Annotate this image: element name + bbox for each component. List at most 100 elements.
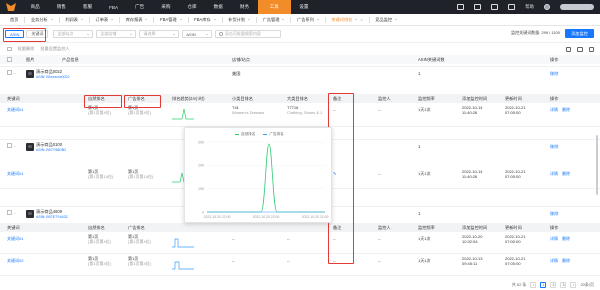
remove-link[interactable]: 移除 [550, 71, 558, 77]
nav-item[interactable]: 广告 [127, 0, 153, 14]
trend-sparkline[interactable] [172, 108, 194, 120]
avatar[interactable] [544, 4, 550, 10]
product-asin-link[interactable]: ASIN: B07E7S4432 [36, 215, 68, 219]
sub-nav: 首页 业务分析 利润表 订单表 库存报表 FBA管理 FBA库存 补货计划 广告管理 广告系列 关键… [0, 14, 600, 26]
next-page-button[interactable]: › [570, 282, 577, 288]
product-table-header: 图片 产品信息 店铺/站点 ASIN关键词数 操作 [0, 55, 600, 64]
delete-link[interactable]: 删除 [562, 107, 570, 112]
mobile-icon[interactable] [491, 4, 499, 10]
detail-link[interactable]: 详情 [550, 236, 558, 241]
row-checkbox[interactable] [7, 70, 12, 75]
trend-sparkline[interactable] [172, 236, 194, 248]
chevron-down-icon [248, 19, 251, 20]
refresh-icon[interactable] [565, 46, 571, 52]
subnav-tab[interactable]: FBA库存 [188, 14, 222, 26]
search-input[interactable]: 双击可批量搜索内容 [215, 30, 282, 38]
col-ops: 操作 [550, 225, 559, 231]
detail-link[interactable]: 详情 [550, 107, 558, 112]
trend-sparkline[interactable] [172, 258, 194, 270]
keyword-link[interactable]: 关键词01 [7, 236, 23, 241]
page-1-button[interactable]: 1 [540, 282, 547, 288]
batch-set-monitor-link[interactable]: 批量设置监控人 [40, 46, 69, 52]
select-all-checkbox[interactable] [7, 46, 12, 52]
row-checkbox[interactable] [7, 210, 12, 215]
help-link[interactable]: 帮助 [525, 4, 534, 10]
remove-link[interactable]: 移除 [550, 144, 558, 150]
subnav-tab[interactable]: 订单表 [90, 14, 120, 26]
nav-item[interactable]: 商品 [22, 0, 48, 14]
status-select[interactable]: 请选择 [139, 30, 180, 38]
download-icon[interactable] [474, 4, 482, 10]
remove-link[interactable]: 移除 [550, 211, 558, 217]
nav-item[interactable]: 销售 [48, 0, 74, 14]
chevron-down-icon [395, 19, 398, 20]
page-3-button[interactable]: 3 [560, 282, 567, 288]
product-kw-count: 1 [418, 144, 421, 149]
subnav-tab[interactable]: 利润表 [59, 14, 89, 26]
column-settings-icon[interactable] [577, 46, 583, 52]
col-keyword: 关键词 [7, 225, 20, 231]
nav-item[interactable]: 客服 [74, 0, 100, 14]
subnav-tab[interactable]: 库存报表 [120, 14, 154, 26]
header-checkbox[interactable] [7, 57, 12, 62]
field-select[interactable]: ASIN [182, 30, 213, 38]
page-size-select[interactable]: 20条/页 [580, 282, 594, 288]
col-category-rank: 大类目排名 [287, 96, 308, 102]
username-pill[interactable] [560, 4, 594, 10]
prev-page-button[interactable]: ‹ [530, 282, 537, 288]
nav-item[interactable]: 数据 [205, 0, 231, 14]
export-icon[interactable] [588, 46, 594, 52]
nav-item[interactable]: 仓库 [179, 0, 205, 14]
pagination: 共 62 条 ‹ 1 2 3 › 20条/页 [512, 282, 594, 288]
nav-item[interactable]: 采购 [153, 0, 179, 14]
col-frequency: 监控频率 [418, 96, 435, 102]
message-icon[interactable] [457, 4, 465, 10]
chevron-down-icon [111, 19, 114, 20]
add-monitor-button[interactable]: 添加监控 [565, 29, 594, 38]
nav-item[interactable]: 设置 [291, 0, 317, 14]
collapse-icon[interactable]: − [14, 144, 16, 149]
nav-item[interactable]: 财务 [231, 0, 257, 14]
subnav-tab[interactable]: 补货计划 [222, 14, 256, 26]
collapse-icon[interactable]: − [14, 71, 16, 76]
vertical-scrollbar[interactable] [596, 135, 598, 195]
subnav-tab[interactable]: 广告管理 [257, 14, 291, 26]
top-nav: 商品 销售 客服 FBA 广告 采购 仓库 数据 财务 工具 设置 帮助 [0, 0, 600, 14]
col-added-time: 添加监控时间 [462, 96, 488, 102]
subnav-tab[interactable]: 竞品监控 [369, 14, 403, 26]
keyword-link[interactable]: 关键词01 [7, 171, 23, 176]
delete-link[interactable]: 删除 [562, 171, 570, 176]
rank-trend-popup: 自然排名 广告排名 300 200 100 0 2022-10-20 22:00 2022… [184, 127, 332, 223]
frequency-value: 1天1次 [418, 258, 431, 263]
app-logo[interactable] [0, 0, 22, 14]
added-time: 09:45:11 [462, 261, 478, 266]
series-line-natural [207, 143, 325, 213]
product-asin-link[interactable]: ASIN: B07Y98DB2 [36, 148, 66, 152]
shop-select[interactable]: 全部店铺 [96, 30, 137, 38]
subnav-tab[interactable]: FBA管理 [154, 14, 188, 26]
batch-delete-link[interactable]: 批量删除 [18, 46, 35, 52]
added-time: 10:32:54 [462, 239, 478, 244]
delete-link[interactable]: 删除 [562, 236, 570, 241]
col-updated-time: 更新时间 [505, 225, 522, 231]
keyword-link[interactable]: 关键词01 [7, 107, 23, 112]
nav-item[interactable]: 工具 [257, 0, 291, 14]
subnav-tab[interactable]: 业务分析 [25, 14, 59, 26]
product-row: − 演示商品0022 ASIN: B0xxxxxx0022 美国 1 移除 [0, 66, 600, 81]
site-select[interactable]: 全部站点 [53, 30, 94, 38]
product-asin-link[interactable]: ASIN: B0xxxxxx0022 [36, 75, 70, 79]
keyword-link[interactable]: 关键词02 [7, 258, 23, 263]
delete-link[interactable]: 删除 [562, 258, 570, 263]
detail-link[interactable]: 详情 [550, 258, 558, 263]
highlight-box-ad-rank [124, 95, 161, 108]
row-checkbox[interactable] [7, 143, 12, 148]
category-rank: -- [287, 258, 290, 263]
collapse-icon[interactable]: − [14, 211, 16, 216]
nav-item[interactable]: FBA [101, 0, 127, 14]
page-2-button[interactable]: 2 [550, 282, 557, 288]
bell-icon[interactable] [508, 4, 516, 10]
detail-link[interactable]: 详情 [550, 171, 558, 176]
subnav-tab[interactable]: 首页 [4, 14, 24, 26]
subnav-tab[interactable]: 关键词排名 × [325, 14, 368, 26]
subnav-tab[interactable]: 广告系列 [291, 14, 325, 26]
